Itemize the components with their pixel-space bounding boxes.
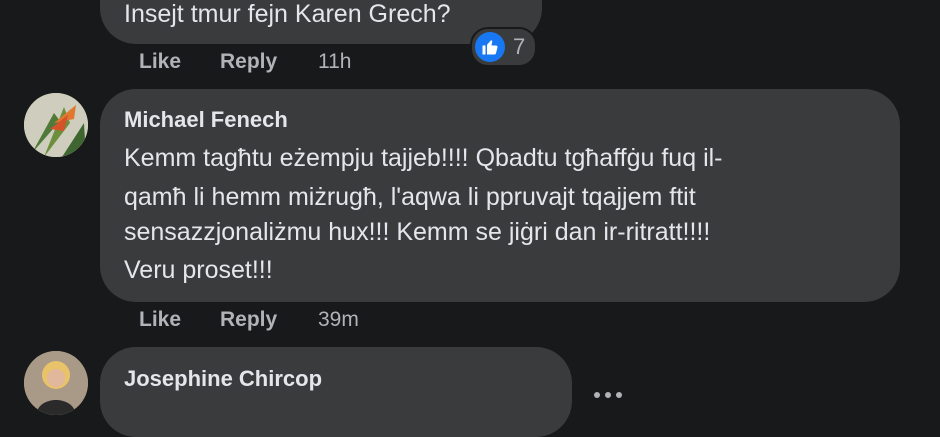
comment-line: Kemm tagħtu eżempju tajjeb!!!! Qbadtu tg… xyxy=(124,144,723,172)
comment-timestamp[interactable]: 39m xyxy=(318,308,359,332)
reaction-summary[interactable]: 7 xyxy=(470,27,538,67)
avatar[interactable] xyxy=(24,351,88,415)
comment-author[interactable]: Josephine Chircop xyxy=(124,366,322,392)
reaction-count: 7 xyxy=(513,34,526,59)
comment-line: Veru proset!!! xyxy=(124,256,273,284)
comment-timestamp[interactable]: 11h xyxy=(318,50,351,74)
avatar[interactable] xyxy=(24,93,88,157)
comment-text: Insejt tmur fejn Karen Grech? xyxy=(124,0,451,28)
like-button[interactable]: Like xyxy=(139,50,181,74)
comment-line: qamħ li hemm miżrugħ, l'aqwa li ppruvajt… xyxy=(124,183,696,211)
like-icon xyxy=(475,32,505,62)
comment-line: sensazzjonaliżmu hux!!! Kemm se jiġri da… xyxy=(124,218,711,246)
more-options-icon[interactable] xyxy=(594,392,622,398)
comment-author[interactable]: Michael Fenech xyxy=(124,107,288,133)
reply-button[interactable]: Reply xyxy=(220,50,277,74)
like-button[interactable]: Like xyxy=(139,308,181,332)
comment-bubble xyxy=(100,347,572,437)
reply-button[interactable]: Reply xyxy=(220,308,277,332)
